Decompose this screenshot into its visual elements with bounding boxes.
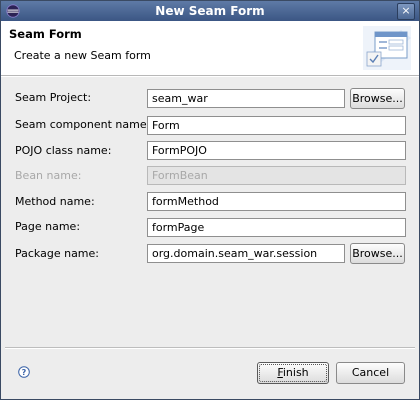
title-bar[interactable]: New Seam Form × [1, 1, 419, 21]
package-name-label: Package name: [15, 247, 99, 260]
seam-project-label: Seam Project: [15, 91, 92, 104]
wizard-header: Seam Form Create a new Seam form [1, 21, 419, 76]
form-wizard-banner-icon [363, 26, 411, 70]
help-icon[interactable]: ? [18, 366, 30, 378]
cancel-button[interactable]: Cancel [336, 362, 405, 384]
dialog-window: New Seam Form × Seam Form Create a new S… [0, 0, 420, 400]
svg-text:?: ? [22, 368, 27, 377]
browse-project-button[interactable]: Browse... [350, 88, 405, 109]
page-description: Create a new Seam form [14, 49, 151, 62]
close-icon: × [401, 4, 411, 17]
window-title: New Seam Form [155, 4, 265, 18]
finish-button-label: Finish [259, 364, 327, 382]
header-divider [1, 76, 419, 77]
seam-project-input[interactable]: seam_war [147, 89, 345, 108]
browse-package-button[interactable]: Browse... [350, 243, 405, 264]
pojo-class-name-input[interactable]: FormPOJO [147, 141, 406, 160]
page-name-input[interactable]: formPage [147, 218, 406, 237]
bean-name-label: Bean name: [15, 169, 82, 182]
pojo-class-name-label: POJO class name: [15, 144, 112, 157]
method-name-label: Method name: [15, 195, 95, 208]
page-title: Seam Form [9, 27, 82, 41]
seam-component-name-input[interactable]: Form [147, 116, 406, 135]
finish-button[interactable]: Finish [257, 362, 329, 384]
page-name-label: Page name: [15, 220, 81, 233]
footer-divider [5, 347, 415, 349]
seam-component-name-label: Seam component name: [15, 118, 151, 131]
method-name-input[interactable]: formMethod [147, 192, 406, 211]
bean-name-input: FormBean [147, 166, 406, 185]
package-name-input[interactable]: org.domain.seam_war.session [147, 244, 345, 263]
close-button[interactable]: × [397, 3, 415, 20]
